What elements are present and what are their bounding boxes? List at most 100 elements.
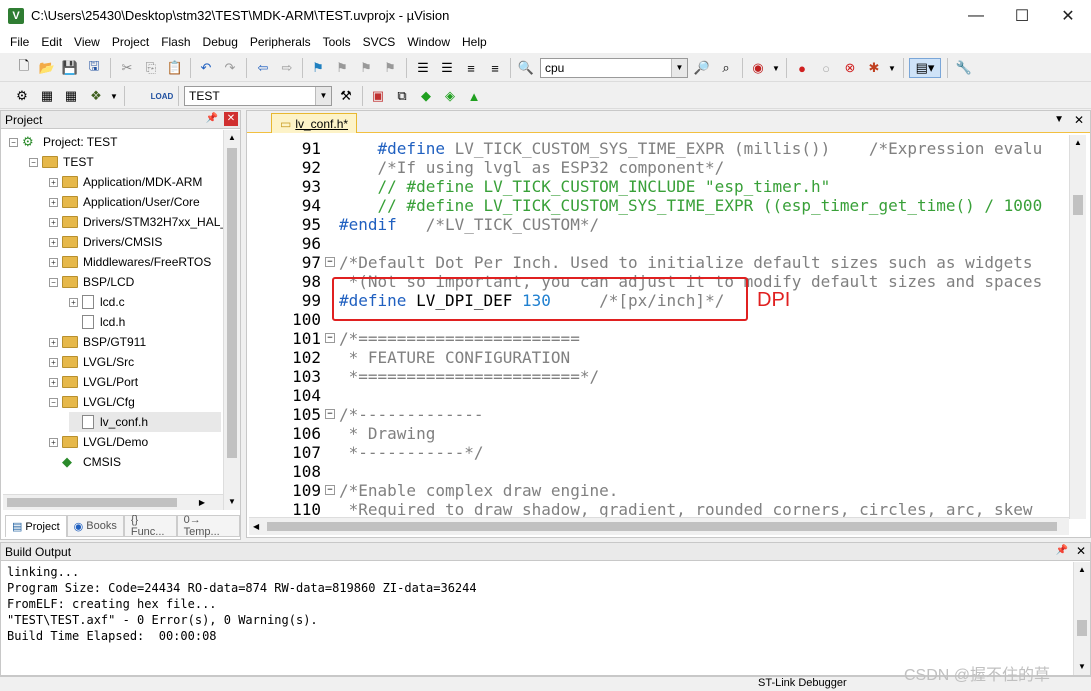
tree-item[interactable]: ◆ CMSIS xyxy=(49,452,121,472)
editor-vertical-scrollbar[interactable]: ▲ xyxy=(1069,135,1086,519)
pin-icon[interactable]: 📌 xyxy=(206,113,218,124)
code-line[interactable]: 105−/*------------- xyxy=(249,405,1069,424)
copy-icon[interactable]: ⎘ xyxy=(141,58,161,78)
navigate-back-icon[interactable]: ⇦ xyxy=(253,58,273,78)
window-layout-icon[interactable]: ▤▾ xyxy=(909,58,941,78)
tab-books[interactable]: ◉ Books xyxy=(66,515,124,537)
next-bookmark-icon[interactable]: ⚑ xyxy=(356,58,376,78)
unindent-icon[interactable]: ☰ xyxy=(437,58,457,78)
redo-icon[interactable]: ↷ xyxy=(220,58,240,78)
incremental-find-icon[interactable]: ⌕ xyxy=(716,58,736,78)
tree-item[interactable]: lcd.h xyxy=(69,312,125,332)
expand-icon[interactable]: + xyxy=(49,217,58,227)
code-line[interactable]: 95 #endif /*LV_TICK_CUSTOM*/ xyxy=(249,215,1069,234)
close-icon[interactable]: ✕ xyxy=(1076,544,1086,558)
scroll-thumb[interactable] xyxy=(7,498,177,507)
menu-window[interactable]: Window xyxy=(401,35,456,49)
comment-icon[interactable]: ≡ xyxy=(461,58,481,78)
tree-item[interactable]: + LVGL/Port xyxy=(49,372,138,392)
editor-horizontal-scrollbar[interactable]: ◀ xyxy=(249,517,1069,535)
configure-icon[interactable]: 🔧 xyxy=(954,58,974,78)
tree-item[interactable]: − BSP/LCD xyxy=(49,272,134,292)
batch-build-icon[interactable]: ❖ xyxy=(86,86,106,106)
kill-breakpoints-icon[interactable]: ✱ xyxy=(864,58,884,78)
expand-icon[interactable]: + xyxy=(49,377,58,387)
indent-icon[interactable]: ☰ xyxy=(413,58,433,78)
scroll-right-icon[interactable]: ▶ xyxy=(199,495,205,511)
tree-item[interactable]: − TEST xyxy=(29,152,94,172)
build-icon[interactable]: ▦ xyxy=(37,86,57,106)
code-line[interactable]: 91 #define LV_TICK_CUSTOM_SYS_TIME_EXPR … xyxy=(249,139,1069,158)
navigate-forward-icon[interactable]: ⇨ xyxy=(277,58,297,78)
tree-item[interactable]: + Drivers/CMSIS xyxy=(49,232,162,252)
expand-icon[interactable]: + xyxy=(69,297,78,307)
cut-icon[interactable]: ✂ xyxy=(117,58,137,78)
chevron-down-icon[interactable]: ▼ xyxy=(315,87,331,105)
editor-tab-lv-conf[interactable]: ▭ lv_conf.h* xyxy=(271,113,358,133)
code-line[interactable]: 103 *=======================*/ xyxy=(249,367,1069,386)
fold-toggle-icon[interactable]: − xyxy=(325,333,335,343)
menu-peripherals[interactable]: Peripherals xyxy=(244,35,317,49)
code-line[interactable]: 104 xyxy=(249,386,1069,405)
expand-icon[interactable]: + xyxy=(49,237,58,247)
chevron-down-icon[interactable]: ▼ xyxy=(766,58,786,78)
close-button[interactable]: ✕ xyxy=(1045,0,1091,31)
menu-tools[interactable]: Tools xyxy=(317,35,357,49)
bookmark-icon[interactable]: ⚑ xyxy=(308,58,328,78)
scroll-down-icon[interactable]: ▼ xyxy=(224,494,240,510)
code-line[interactable]: 94 // #define LV_TICK_CUSTOM_SYS_TIME_EX… xyxy=(249,196,1069,215)
code-line[interactable]: 107 *-----------*/ xyxy=(249,443,1069,462)
rebuild-icon[interactable]: ▦ xyxy=(61,86,81,106)
find-combo[interactable]: cpu ▼ xyxy=(540,58,688,78)
insert-breakpoint-icon[interactable]: ● xyxy=(792,58,812,78)
expand-icon[interactable]: + xyxy=(49,257,58,267)
expand-icon[interactable]: + xyxy=(49,197,58,207)
pack-installer-icon[interactable]: ▲ xyxy=(464,86,484,106)
tree-item[interactable]: + Application/User/Core xyxy=(49,192,200,212)
expand-icon[interactable]: + xyxy=(49,437,58,447)
tree-item[interactable]: + LVGL/Src xyxy=(49,352,134,372)
scroll-thumb[interactable] xyxy=(1073,195,1083,215)
manage-run-time-icon[interactable]: ◆ xyxy=(416,86,436,106)
expand-icon[interactable]: + xyxy=(49,177,58,187)
build-vertical-scrollbar[interactable]: ▲ ▼ xyxy=(1073,562,1090,675)
horizontal-scrollbar[interactable]: ▶ xyxy=(3,494,223,510)
tree-item[interactable]: + lcd.c xyxy=(69,292,125,312)
chevron-down-icon[interactable]: ▼ xyxy=(671,59,687,77)
save-icon[interactable]: 💾 xyxy=(60,58,80,78)
target-options-icon[interactable]: ⚒ xyxy=(336,86,356,106)
tree-item[interactable]: + LVGL/Demo xyxy=(49,432,148,452)
fold-toggle-icon[interactable]: − xyxy=(325,409,335,419)
code-line[interactable]: 108 xyxy=(249,462,1069,481)
chevron-down-icon[interactable]: ▼ xyxy=(882,58,902,78)
tree-item[interactable]: + Drivers/STM32H7xx_HAL_ xyxy=(49,212,227,232)
scroll-down-icon[interactable]: ▼ xyxy=(1074,659,1090,675)
scroll-thumb[interactable] xyxy=(1077,620,1087,636)
tree-item[interactable]: + BSP/GT911 xyxy=(49,332,146,352)
maximize-button[interactable]: ☐ xyxy=(999,0,1045,31)
scroll-thumb[interactable] xyxy=(267,522,1057,531)
scroll-up-icon[interactable]: ▲ xyxy=(1070,135,1086,151)
prev-bookmark-icon[interactable]: ⚑ xyxy=(332,58,352,78)
find-icon[interactable]: 🔎 xyxy=(692,58,712,78)
uncomment-icon[interactable]: ≡ xyxy=(485,58,505,78)
scroll-thumb[interactable] xyxy=(227,148,237,458)
tree-item[interactable]: + Middlewares/FreeRTOS xyxy=(49,252,211,272)
scroll-up-icon[interactable]: ▲ xyxy=(1074,562,1090,578)
menu-svcs[interactable]: SVCS xyxy=(357,35,402,49)
clear-breakpoints-icon[interactable]: ⊗ xyxy=(840,58,860,78)
close-icon[interactable]: ✕ xyxy=(1074,113,1084,127)
code-line[interactable]: 102 * FEATURE CONFIGURATION xyxy=(249,348,1069,367)
collapse-icon[interactable]: − xyxy=(9,137,18,147)
menu-edit[interactable]: Edit xyxy=(35,35,68,49)
tab-functions[interactable]: {} Func... xyxy=(123,514,177,538)
tab-templates[interactable]: 0→ Temp... xyxy=(176,514,240,538)
collapse-icon[interactable]: − xyxy=(29,157,38,167)
new-file-icon[interactable]: 🗋 xyxy=(14,58,34,78)
menu-file[interactable]: File xyxy=(4,35,35,49)
open-file-icon[interactable]: 📂 xyxy=(37,58,57,78)
pin-icon[interactable]: 📌 xyxy=(1056,545,1068,556)
code-line[interactable]: 96 xyxy=(249,234,1069,253)
debug-session-icon[interactable]: ◉ xyxy=(748,58,768,78)
chevron-down-icon[interactable]: ▼ xyxy=(104,86,124,106)
